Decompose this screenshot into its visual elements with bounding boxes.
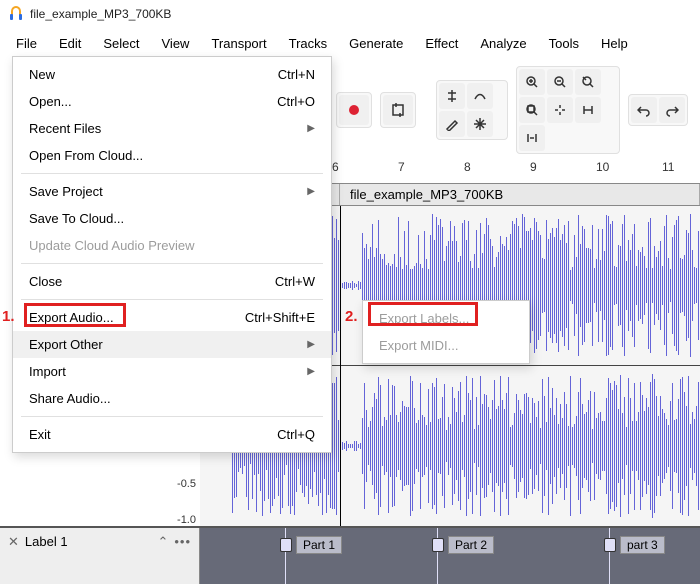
undo-icon[interactable] [631, 97, 657, 123]
menu-export-other[interactable]: Export Other▶ [13, 331, 331, 358]
loop-button[interactable] [383, 95, 413, 125]
draw-tool[interactable] [439, 111, 465, 137]
menu-select[interactable]: Select [93, 32, 149, 55]
label-track: ✕ Label 1 ⌃ ••• Part 1 Part 2 part 3 [0, 526, 700, 584]
label-marker[interactable]: part 3 [604, 536, 665, 554]
label-handle-icon[interactable] [280, 538, 292, 552]
chevron-up-icon[interactable]: ⌃ [157, 534, 168, 550]
label-marker[interactable]: Part 2 [432, 536, 494, 554]
menu-recent-files[interactable]: Recent Files▶ [13, 115, 331, 142]
menu-file[interactable]: File [6, 32, 47, 55]
clip-boundary [340, 206, 341, 526]
multi-tool[interactable] [467, 111, 493, 137]
trim-icon[interactable] [575, 97, 601, 123]
menu-separator [21, 416, 323, 417]
menu-open[interactable]: Open...Ctrl+O [13, 88, 331, 115]
file-menu-dropdown: NewCtrl+N Open...Ctrl+O Recent Files▶ Op… [12, 56, 332, 453]
redo-icon[interactable] [659, 97, 685, 123]
chevron-right-icon: ▶ [307, 339, 315, 350]
export-other-submenu: Export Labels... Export MIDI... [362, 300, 530, 364]
label-handle-icon[interactable] [604, 538, 616, 552]
label-marker[interactable]: Part 1 [280, 536, 342, 554]
menu-separator [21, 173, 323, 174]
app-icon [8, 6, 24, 22]
menu-transport[interactable]: Transport [201, 32, 276, 55]
menu-separator [21, 299, 323, 300]
zoom-in-icon[interactable] [519, 69, 545, 95]
label-lane[interactable]: Part 1 Part 2 part 3 [200, 528, 700, 584]
window-title: file_example_MP3_700KB [30, 7, 171, 21]
ruler-tick: 10 [596, 160, 609, 174]
clip-tab-2[interactable]: file_example_MP3_700KB [340, 184, 700, 205]
menu-edit[interactable]: Edit [49, 32, 91, 55]
axis-label: -1.0 [160, 514, 196, 526]
ruler-tick: 6 [332, 160, 339, 174]
track-menu-icon[interactable]: ••• [174, 534, 191, 549]
axis-label: -0.5 [160, 478, 196, 490]
menu-help[interactable]: Help [591, 32, 638, 55]
menu-export-midi: Export MIDI... [363, 332, 529, 359]
menu-new[interactable]: NewCtrl+N [13, 61, 331, 88]
close-icon[interactable]: ✕ [8, 534, 19, 550]
chevron-right-icon: ▶ [307, 186, 315, 197]
chevron-right-icon: ▶ [307, 366, 315, 377]
ruler-tick: 9 [530, 160, 537, 174]
menu-open-cloud[interactable]: Open From Cloud... [13, 142, 331, 169]
silence-icon[interactable] [519, 125, 545, 151]
selection-tool[interactable] [439, 83, 465, 109]
menu-tools[interactable]: Tools [539, 32, 589, 55]
ruler-tick: 11 [662, 160, 674, 174]
menu-separator [21, 263, 323, 264]
ruler-tick: 8 [464, 160, 471, 174]
zoom-out-icon[interactable] [547, 69, 573, 95]
menu-analyze[interactable]: Analyze [470, 32, 536, 55]
chevron-right-icon: ▶ [307, 123, 315, 134]
envelope-tool[interactable] [467, 83, 493, 109]
clip-name: file_example_MP3_700KB [350, 187, 503, 202]
menu-close[interactable]: CloseCtrl+W [13, 268, 331, 295]
menu-effect[interactable]: Effect [415, 32, 468, 55]
label-track-name[interactable]: Label 1 [25, 534, 152, 549]
annotation-number-1: 1. [2, 308, 15, 325]
menu-update-cloud: Update Cloud Audio Preview [13, 232, 331, 259]
label-handle-icon[interactable] [432, 538, 444, 552]
label-text[interactable]: Part 2 [448, 536, 494, 554]
menu-view[interactable]: View [152, 32, 200, 55]
menu-export-labels[interactable]: Export Labels... [363, 305, 529, 332]
menu-share-audio[interactable]: Share Audio... [13, 385, 331, 412]
fit-selection-icon[interactable] [575, 69, 601, 95]
ruler-tick: 7 [398, 160, 405, 174]
menu-generate[interactable]: Generate [339, 32, 413, 55]
menu-save-project[interactable]: Save Project▶ [13, 178, 331, 205]
annotation-number-2: 2. [345, 308, 358, 325]
menu-import[interactable]: Import▶ [13, 358, 331, 385]
menu-exit[interactable]: ExitCtrl+Q [13, 421, 331, 448]
zoom-toggle-icon[interactable] [547, 97, 573, 123]
fit-project-icon[interactable] [519, 97, 545, 123]
menu-tracks[interactable]: Tracks [279, 32, 338, 55]
menu-save-cloud[interactable]: Save To Cloud... [13, 205, 331, 232]
menu-export-audio[interactable]: Export Audio...Ctrl+Shift+E [13, 304, 331, 331]
label-text[interactable]: Part 1 [296, 536, 342, 554]
record-button[interactable] [339, 95, 369, 125]
label-track-panel: ✕ Label 1 ⌃ ••• [0, 528, 200, 584]
label-text[interactable]: part 3 [620, 536, 665, 554]
